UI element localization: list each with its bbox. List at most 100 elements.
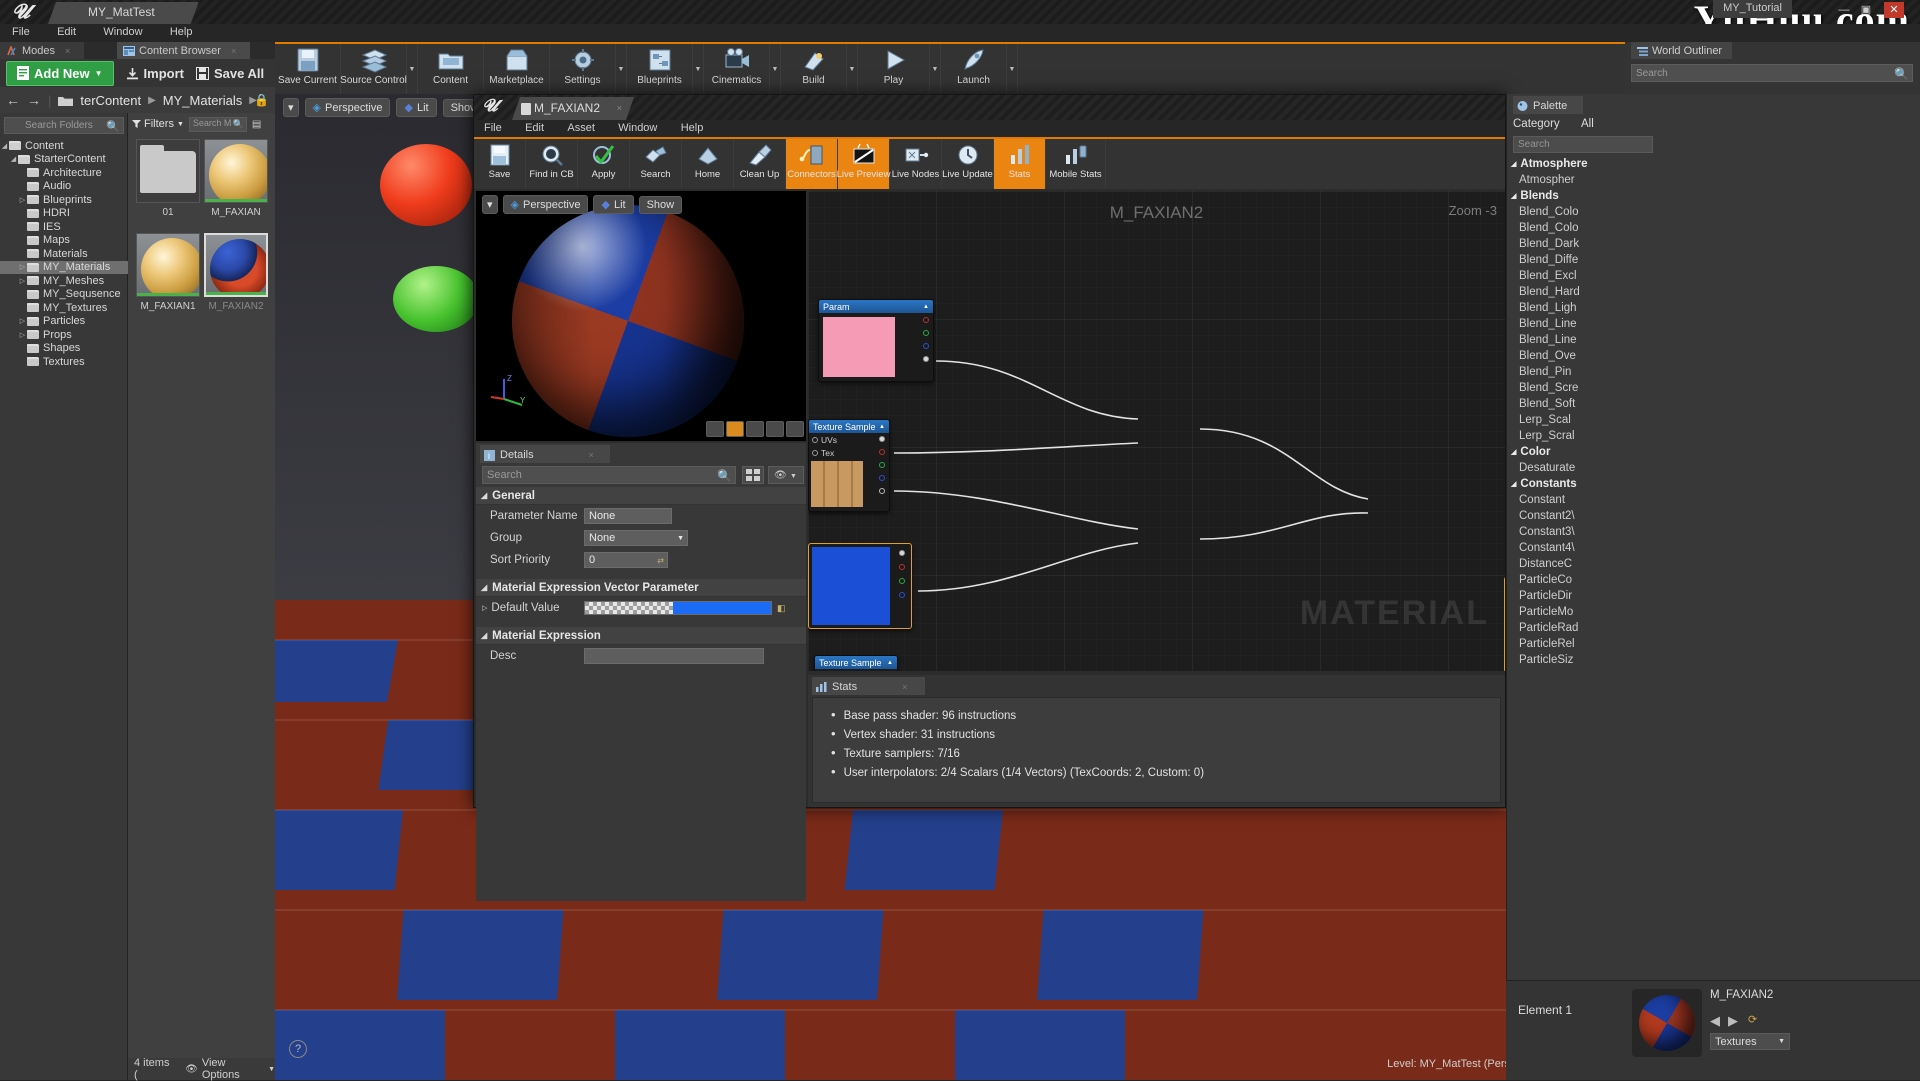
palette-item[interactable]: Blend_Diffe <box>1507 252 1920 268</box>
folder-tree-item-particles[interactable]: ▷ Particles <box>0 315 128 329</box>
palette-item[interactable]: Lerp_Scral <box>1507 428 1920 444</box>
toolbar-marketplace[interactable]: Marketplace <box>484 44 550 94</box>
palette-item[interactable]: Desaturate <box>1507 460 1920 476</box>
node-input-pin-uvs[interactable]: UVs <box>809 433 875 446</box>
nav-forward-button[interactable]: → <box>27 92 41 108</box>
palette-item[interactable]: Constant <box>1507 492 1920 508</box>
breadcrumb-segment-1[interactable]: MY_Materials <box>163 93 242 108</box>
tab-palette[interactable]: Palette <box>1513 96 1584 114</box>
palette-item[interactable]: ParticleDir <box>1507 588 1920 604</box>
mat-toolbar-live-nodes[interactable]: Live Nodes <box>890 139 942 189</box>
preview-sphere-button[interactable] <box>726 421 744 437</box>
palette-item[interactable]: ParticleSiz <box>1507 652 1920 668</box>
group-combobox[interactable]: None ▼ <box>584 530 688 546</box>
node-texture-sample-2[interactable]: Texture Sample ▲ UVs Tex <box>814 655 898 671</box>
view-options-button[interactable]: 👁 View Options ▼ <box>185 1057 275 1081</box>
palette-item[interactable]: Blend_Ligh <box>1507 300 1920 316</box>
chevron-up-icon[interactable]: ▲ <box>879 424 885 430</box>
asset-search-input[interactable]: Search M 🔍 <box>188 116 247 132</box>
folder-tree-item-my-materials[interactable]: ▷ MY_Materials <box>0 260 128 274</box>
menu-item-window[interactable]: Window <box>91 24 154 40</box>
viewport-menu-icon[interactable]: ▾ <box>283 98 299 117</box>
folder-tree-item-shapes[interactable]: Shapes <box>0 342 128 356</box>
tab-modes-close-icon[interactable]: × <box>65 46 70 56</box>
asset-item-m-faxian[interactable]: M_FAXIAN <box>204 139 268 218</box>
expand-triangle-icon[interactable]: ▷ <box>18 263 27 271</box>
palette-item[interactable]: Blend_Line <box>1507 332 1920 348</box>
folder-tree-item-textures[interactable]: Textures <box>0 355 128 369</box>
mat-menu-edit[interactable]: Edit <box>515 120 554 136</box>
palette-item[interactable]: Blend_Colo <box>1507 220 1920 236</box>
texture-filter-combobox[interactable]: Textures ▼ <box>1710 1033 1790 1050</box>
palette-item[interactable]: Blend_Line <box>1507 316 1920 332</box>
mat-toolbar-save[interactable]: Save <box>474 139 526 189</box>
prev-material-button[interactable]: ◀ <box>1710 1013 1720 1029</box>
mat-toolbar-stats[interactable]: Stats <box>994 139 1046 189</box>
mat-menu-file[interactable]: File <box>474 120 512 136</box>
palette-item[interactable]: ParticleRel <box>1507 636 1920 652</box>
toolbar-save-current[interactable]: Save Current <box>275 44 341 94</box>
palette-item[interactable]: Constant2\ <box>1507 508 1920 524</box>
palette-item[interactable]: Blend_Excl <box>1507 268 1920 284</box>
asset-item-m-faxian1[interactable]: M_FAXIAN1 <box>136 233 200 312</box>
material-editor-tab[interactable]: M_FAXIAN2 × <box>512 97 634 120</box>
parameter-name-input[interactable]: None <box>584 508 672 524</box>
toolbar-cinematics[interactable]: Cinematics <box>704 44 770 94</box>
pin-g[interactable] <box>879 462 885 468</box>
toolbar-play-caret-icon[interactable]: ▼ <box>930 44 941 94</box>
asset-view-options-icon[interactable]: ▤ <box>252 119 261 130</box>
pin-a[interactable] <box>879 488 885 494</box>
folder-tree-item-my-meshes[interactable]: ▷ MY_Meshes <box>0 274 128 288</box>
node-texture-sample-1[interactable]: Texture Sample ▲ UVs Tex <box>808 419 890 512</box>
folder-tree-item-startercontent[interactable]: ◢ StarterContent <box>0 153 128 167</box>
palette-item[interactable]: Blend_Soft <box>1507 396 1920 412</box>
filters-button[interactable]: Filters ▼ <box>132 118 184 130</box>
add-new-button[interactable]: Add New ▼ <box>6 60 114 86</box>
toolbar-build-caret-icon[interactable]: ▼ <box>847 44 858 94</box>
expand-triangle-icon[interactable]: ▷ <box>18 331 27 339</box>
palette-group-color[interactable]: ◢ Color <box>1507 444 1920 460</box>
pin-r[interactable] <box>923 317 929 323</box>
pin-b[interactable] <box>899 592 905 598</box>
tab-stats-close-icon[interactable]: × <box>902 682 907 692</box>
details-visibility-button[interactable]: 👁 ▼ <box>768 466 804 484</box>
pin-rgb[interactable] <box>899 550 905 556</box>
details-search-input[interactable]: Search 🔍 <box>482 466 736 484</box>
close-button[interactable]: ✕ <box>1884 2 1904 18</box>
lit-button[interactable]: ◆ Lit <box>396 98 437 117</box>
folder-tree-item-my-sequsence[interactable]: MY_Sequsence <box>0 288 128 302</box>
breadcrumb-segment-0[interactable]: terContent <box>80 93 141 108</box>
palette-item[interactable]: ParticleMo <box>1507 604 1920 620</box>
folder-tree-item-ies[interactable]: IES <box>0 220 128 234</box>
expand-triangle-icon[interactable]: ▷ <box>18 277 27 285</box>
pin-r[interactable] <box>879 449 885 455</box>
palette-item[interactable]: Lerp_Scal <box>1507 412 1920 428</box>
palette-item[interactable]: Blend_Ove <box>1507 348 1920 364</box>
toolbar-source-control[interactable]: Source Control <box>340 44 407 94</box>
tab-details[interactable]: i Details × <box>480 445 610 463</box>
lock-icon[interactable]: 🔒 <box>254 93 269 107</box>
material-editor-tab-close-icon[interactable]: × <box>617 103 622 113</box>
details-section-vector-parameter[interactable]: ◢ Material Expression Vector Parameter <box>476 579 806 597</box>
tab-content-browser[interactable]: Content Browser × <box>117 42 251 59</box>
nav-back-button[interactable]: ← <box>6 92 20 108</box>
palette-item[interactable]: ParticleCo <box>1507 572 1920 588</box>
mat-toolbar-live-update[interactable]: Live Update <box>942 139 994 189</box>
palette-item[interactable]: DistanceC <box>1507 556 1920 572</box>
pin-g[interactable] <box>899 578 905 584</box>
folder-tree-item-hdri[interactable]: HDRI <box>0 207 128 221</box>
preview-custom-mesh-button[interactable] <box>786 421 804 437</box>
pin-b[interactable] <box>923 343 929 349</box>
green-sphere-actor[interactable] <box>393 266 479 332</box>
toolbar-build[interactable]: Build <box>781 44 847 94</box>
details-section-material-expression[interactable]: ◢ Material Expression <box>476 627 806 645</box>
tab-modes[interactable]: Modes × <box>0 42 85 59</box>
mat-menu-asset[interactable]: Asset <box>557 120 605 136</box>
save-all-button[interactable]: Save All <box>196 66 264 81</box>
toolbar-settings[interactable]: Settings <box>550 44 616 94</box>
preview-cube-button[interactable] <box>766 421 784 437</box>
preview-cylinder-button[interactable] <box>706 421 724 437</box>
toolbar-launch[interactable]: Launch <box>941 44 1007 94</box>
toolbar-settings-caret-icon[interactable]: ▼ <box>616 44 627 94</box>
tab-stats[interactable]: Stats × <box>812 677 926 695</box>
